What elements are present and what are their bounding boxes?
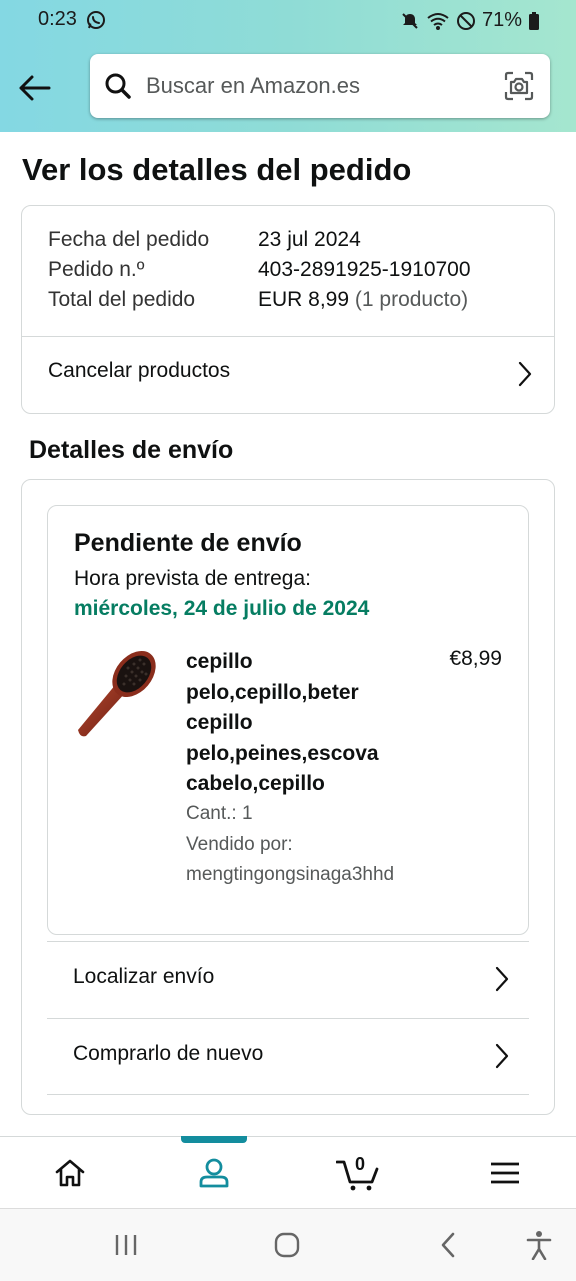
search-icon: [104, 72, 132, 105]
accessibility-icon: [526, 1231, 552, 1260]
product-price: €8,99: [449, 647, 502, 670]
do-not-disturb-icon: [456, 11, 476, 31]
status-time: 0:23: [38, 8, 77, 30]
nav-home[interactable]: [20, 1137, 120, 1209]
menu-icon: [491, 1162, 519, 1184]
back-icon: [441, 1232, 455, 1258]
product-name-link[interactable]: cepillo pelo,cepillo,beter cepillo pelo,…: [186, 647, 406, 800]
status-bar: 0:23 71%: [0, 0, 576, 42]
shipping-card: Pendiente de envío Hora prevista de entr…: [21, 479, 555, 1115]
cancel-products-button[interactable]: Cancelar productos: [22, 337, 554, 414]
system-nav-bar: [0, 1208, 576, 1281]
eta-date: miércoles, 24 de julio de 2024: [74, 597, 370, 620]
recent-apps-button[interactable]: [104, 1227, 148, 1263]
chevron-right-icon: [495, 966, 509, 992]
app-header: 0:23 71%: [0, 0, 576, 132]
nav-menu[interactable]: [455, 1137, 555, 1209]
search-bar[interactable]: [90, 54, 550, 118]
home-icon: [55, 1159, 85, 1187]
order-number-label: Pedido n.º: [48, 258, 145, 281]
eta-label: Hora prevista de entrega:: [74, 567, 311, 590]
recent-apps-icon: [115, 1235, 137, 1255]
shipment-card: Pendiente de envío Hora prevista de entr…: [47, 505, 529, 935]
whatsapp-icon: [86, 10, 106, 30]
order-total-value: EUR 8,99: [258, 288, 350, 311]
back-button[interactable]: [14, 68, 54, 108]
order-total-label: Total del pedido: [48, 288, 196, 311]
product-image[interactable]: [68, 646, 164, 742]
product-quantity: Cant.: 1: [186, 803, 253, 824]
system-home-button[interactable]: [265, 1227, 309, 1263]
back-arrow-icon: [19, 75, 51, 101]
search-input[interactable]: [146, 66, 476, 106]
status-icons: 71%: [400, 9, 540, 32]
nav-account[interactable]: [164, 1137, 264, 1209]
chevron-right-icon: [518, 361, 532, 387]
order-date-label: Fecha del pedido: [48, 228, 210, 251]
buy-again-button[interactable]: Comprarlo de nuevo: [47, 1019, 529, 1095]
order-number-value: 403-2891925-1910700: [258, 258, 471, 281]
page-title: Ver los detalles del pedido: [22, 152, 412, 187]
chevron-right-icon: [495, 1043, 509, 1069]
cart-count-badge: 0: [355, 1154, 366, 1174]
cancel-products-label: Cancelar productos: [48, 359, 231, 382]
bottom-nav: [0, 1136, 576, 1209]
seller-name: mengtingongsinaga3hhd: [186, 864, 395, 885]
mute-icon: [400, 11, 420, 31]
accessibility-button[interactable]: [517, 1227, 561, 1263]
account-icon: [199, 1158, 229, 1188]
system-back-button[interactable]: [426, 1227, 470, 1263]
battery-percent: 71%: [481, 9, 522, 31]
order-total-items: (1 producto): [354, 288, 469, 311]
wifi-icon: [426, 11, 450, 31]
shipment-status: Pendiente de envío: [74, 529, 302, 557]
track-package-label: Localizar envío: [73, 965, 215, 988]
divider: [47, 1094, 529, 1095]
buy-again-label: Comprarlo de nuevo: [73, 1042, 264, 1065]
battery-icon: [528, 11, 540, 31]
sold-by-label: Vendido por:: [186, 834, 293, 855]
track-package-button[interactable]: Localizar envío: [47, 942, 529, 1018]
shipping-section-title: Detalles de envío: [29, 436, 234, 464]
camera-icon[interactable]: [504, 71, 534, 106]
home-button-icon: [274, 1232, 300, 1258]
order-summary-card: Fecha del pedido 23 jul 2024 Pedido n.º …: [21, 205, 555, 414]
order-date-value: 23 jul 2024: [258, 228, 361, 251]
order-total-value-group: EUR 8,99 (1 producto): [258, 288, 468, 312]
